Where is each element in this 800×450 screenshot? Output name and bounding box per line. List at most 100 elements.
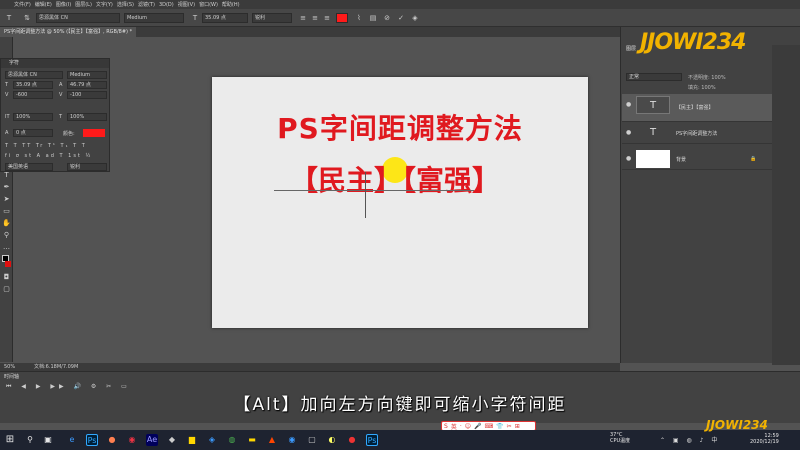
cp-antialias[interactable]: 锐利 (67, 163, 107, 171)
align-right-icon[interactable]: ≡ (322, 13, 332, 23)
layer-row-bracket-text[interactable]: ● T 【民主】【富强】 (622, 94, 772, 122)
layers-panel-tab[interactable]: 图层 (626, 45, 636, 52)
font-size-select[interactable]: 35.09 点 (202, 13, 248, 23)
app-icon[interactable]: ● (106, 434, 118, 446)
align-center-icon[interactable]: ≡ (310, 13, 320, 23)
zoom-tool-icon[interactable]: ⚲ (2, 231, 11, 240)
cp-baseline-shift[interactable]: 0 点 (13, 129, 53, 137)
chrome-icon[interactable]: ◍ (226, 434, 238, 446)
font-family-select[interactable]: 思源黑体 CN (36, 13, 120, 23)
layer-row-background[interactable]: ● 背景 🔒 (622, 148, 772, 170)
pen-tool-icon[interactable]: ✒ (2, 183, 11, 192)
task-view-icon[interactable]: ▣ (42, 434, 54, 446)
cp-font-family[interactable]: 思源黑体 CN (5, 71, 63, 79)
app-gray-icon[interactable]: ▢ (306, 434, 318, 446)
warp-text-icon[interactable]: ⌇ (354, 13, 364, 23)
visibility-eye-icon[interactable]: ● (626, 129, 631, 136)
start-button-icon[interactable]: ⊞ (4, 434, 16, 446)
quick-mask-icon[interactable]: ◘ (2, 273, 11, 282)
recorder-icon[interactable]: ● (346, 434, 358, 446)
fill-control[interactable]: 填充: 100% (688, 84, 716, 91)
menu-file[interactable]: 文件(F) (14, 1, 31, 8)
screen-mode-icon[interactable]: ▢ (2, 285, 11, 294)
menu-window[interactable]: 窗口(W) (199, 1, 218, 8)
edge-browser-icon[interactable]: e (66, 434, 78, 446)
ime-keyboard-icon[interactable]: ⌨ (485, 423, 494, 430)
system-clock[interactable]: 12:59 2020/12/19 (750, 433, 779, 445)
menu-type[interactable]: 文字(Y) (96, 1, 113, 8)
app-red-icon[interactable]: ▲ (266, 434, 278, 446)
ime-screenshot-icon[interactable]: ✂ (507, 423, 512, 430)
menu-layer[interactable]: 图层(L) (75, 1, 92, 8)
ime-skin-icon[interactable]: 👕 (496, 423, 503, 430)
ime-logo-icon[interactable]: S (444, 423, 448, 430)
more-tools-icon[interactable]: … (2, 243, 11, 252)
type-tool-active-icon[interactable]: T (2, 171, 11, 180)
title-text-layer[interactable]: PS字间距调整方法 (212, 107, 588, 147)
layer-row-title-text[interactable]: ● T PS字间距调整方法 (622, 122, 772, 144)
menu-view[interactable]: 视图(V) (178, 1, 195, 8)
photoshop-taskbar-icon[interactable]: Ps (86, 434, 98, 446)
photoshop-active-icon[interactable]: Ps (366, 434, 378, 446)
tray-icons[interactable]: ⌃ ▣ ◍ ♪ 中 (660, 435, 720, 444)
zoom-readout[interactable]: 50% (4, 363, 15, 371)
ime-punct-icon[interactable]: · (460, 423, 462, 430)
search-icon[interactable]: ⚲ (24, 434, 36, 446)
opacity-control[interactable]: 不透明度: 100% (688, 74, 726, 81)
shape-tool-icon[interactable]: ▭ (2, 207, 11, 216)
character-panel-icon[interactable]: ▤ (368, 13, 378, 23)
3d-icon[interactable]: ◈ (410, 13, 420, 23)
layer-name[interactable]: 背景 (676, 156, 686, 163)
file-explorer-icon[interactable]: ▆ (186, 434, 198, 446)
system-tray-temp[interactable]: 37°C CPU温度 (610, 432, 630, 444)
menu-edit[interactable]: 编辑(E) (35, 1, 52, 8)
text-color-swatch[interactable] (336, 13, 348, 23)
background-color-swatch[interactable] (5, 261, 11, 267)
app-blue-icon[interactable]: ◉ (286, 434, 298, 446)
layer-name[interactable]: PS字间距调整方法 (676, 130, 717, 137)
commit-icon[interactable]: ✓ (396, 13, 406, 23)
menu-select[interactable]: 选择(S) (117, 1, 134, 8)
visibility-eye-icon[interactable]: ● (626, 101, 631, 108)
menu-help[interactable]: 帮助(H) (222, 1, 240, 8)
ime-emoji-icon[interactable]: ☺ (465, 423, 471, 430)
menu-3d[interactable]: 3D(D) (159, 2, 174, 8)
ime-toolbox-icon[interactable]: ⊞ (515, 423, 520, 430)
cp-language[interactable]: 美国英语 (5, 163, 53, 171)
cancel-icon[interactable]: ⊘ (382, 13, 392, 23)
cp-vscale-icon: IT (5, 114, 10, 120)
cp-horizontal-scale[interactable]: 100% (67, 113, 107, 121)
antialias-select[interactable]: 锐利 (252, 13, 292, 23)
hand-tool-icon[interactable]: ✋ (2, 219, 11, 228)
path-select-icon[interactable]: ➤ (2, 195, 11, 204)
cp-font-style[interactable]: Medium (67, 71, 107, 79)
cp-kerning[interactable]: -600 (13, 91, 53, 99)
cp-color-swatch[interactable] (83, 129, 105, 137)
cp-style-buttons[interactable]: T T TT Tr T¹ T₁ T T (5, 143, 87, 149)
cp-leading[interactable]: 46.79 点 (67, 81, 107, 89)
layer-name[interactable]: 【民主】【富强】 (676, 104, 714, 111)
blend-mode-select[interactable]: 正常 (626, 73, 682, 81)
document-canvas[interactable]: PS字间距调整方法 【民主】【富强】 (212, 77, 588, 328)
menu-filter[interactable]: 滤镜(T) (138, 1, 155, 8)
document-info[interactable]: 文档:6.18M/7.09M (34, 363, 78, 371)
align-left-icon[interactable]: ≡ (298, 13, 308, 23)
after-effects-icon[interactable]: Ae (146, 434, 158, 446)
media-app-icon[interactable]: ◉ (126, 434, 138, 446)
folder-icon[interactable]: ▬ (246, 434, 258, 446)
cube-app-icon[interactable]: ◆ (166, 434, 178, 446)
type-tool-icon[interactable]: T (4, 13, 14, 23)
document-tab[interactable]: PS字间距调整方法 @ 50% (【民主】【富强】, RGB/8#) * (0, 27, 137, 37)
visibility-eye-icon[interactable]: ● (626, 155, 631, 162)
font-style-select[interactable]: Medium (124, 13, 184, 23)
cp-font-size[interactable]: 35.09 点 (13, 81, 53, 89)
cp-opentype-buttons[interactable]: fi σ st A ad T 1st ½ (5, 153, 92, 159)
cp-vertical-scale[interactable]: 100% (13, 113, 53, 121)
text-orientation-icon[interactable]: ⇅ (22, 13, 32, 23)
cp-tracking[interactable]: -100 (67, 91, 107, 99)
app-yellow-icon[interactable]: ◐ (326, 434, 338, 446)
menu-image[interactable]: 图像(I) (56, 1, 71, 8)
app-shield-icon[interactable]: ◈ (206, 434, 218, 446)
ime-voice-icon[interactable]: 🎤 (474, 423, 481, 430)
bracket-text-layer[interactable]: 【民主】【富强】 (290, 159, 500, 199)
